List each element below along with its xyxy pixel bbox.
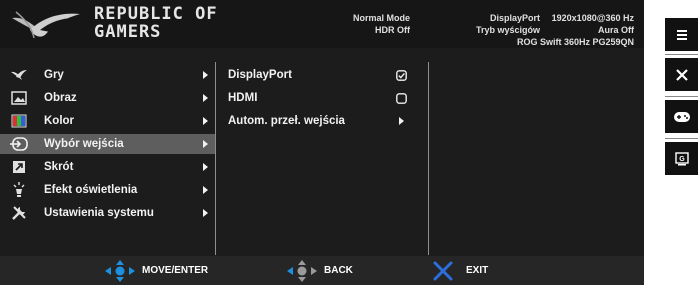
menu-item-label: Gry [44,69,64,81]
submenu: DisplayPort HDMI Autom. przeł. wejścia [216,62,429,255]
joystick-back-icon [287,259,317,282]
menu-item-gry[interactable]: Gry [0,65,215,85]
menu-item-ustawienia-systemu[interactable]: Ustawienia systemu [0,203,215,223]
aura-status: Aura Off [598,25,634,35]
gamepad-icon [673,111,690,122]
back-label: BACK [324,265,353,276]
menu-item-label: Ustawienia systemu [44,207,154,219]
chevron-right-icon [203,163,208,171]
exit-label: EXIT [466,265,489,276]
system-settings-icon [10,205,28,221]
hdr-status: HDR Off [375,25,410,35]
display-mode: Normal Mode [352,13,410,23]
move-enter-hint[interactable]: MOVE/ENTER [104,256,208,285]
close-icon [433,261,453,280]
close-key-hint[interactable] [665,58,698,91]
menu-item-label: Obraz [44,92,77,104]
gamepad-icon [10,67,28,83]
status-mode: Normal Mode HDR Off [330,12,410,36]
chevron-right-icon [203,71,208,79]
submenu-item-label: DisplayPort [228,69,292,81]
chevron-right-icon [203,140,208,148]
move-enter-label: MOVE/ENTER [142,265,209,276]
rog-logo: REPUBLIC OF GAMERS [10,6,250,46]
checkbox-unchecked-icon[interactable] [395,92,407,104]
checkbox-checked-icon[interactable] [395,69,407,81]
back-hint[interactable]: BACK [286,256,353,285]
main-menu: Gry Obraz Kolor Wybór wejścia Skrót Efek… [0,62,216,255]
menu-item-label: Skrót [44,161,74,173]
lighting-icon [10,182,28,198]
shortcut-icon [10,159,28,175]
header: REPUBLIC OF GAMERS Normal Mode HDR Off D… [0,0,644,48]
menu-item-wybor-wejscia[interactable]: Wybór wejścia [0,134,215,154]
joystick-move-icon [105,259,135,282]
brand-text: REPUBLIC OF GAMERS [94,4,218,42]
submenu-item-label: HDMI [228,92,258,104]
input-select-icon [10,136,28,152]
model-name: ROG Swift 360Hz PG259QN [516,37,634,47]
side-divider [665,96,698,97]
submenu-item-displayport[interactable]: DisplayPort [216,65,428,85]
osd-menu: REPUBLIC OF GAMERS Normal Mode HDR Off D… [0,0,644,285]
gamevisual-icon: G [674,151,689,165]
gameplus-key-hint[interactable] [665,100,698,133]
brand-line-1: REPUBLIC OF [94,4,218,24]
menu-item-kolor[interactable]: Kolor [0,111,215,131]
menu-item-label: Efekt oświetlenia [44,184,138,196]
submenu-item-auto-input[interactable]: Autom. przeł. wejścia [216,111,428,131]
menu-item-label: Kolor [44,115,75,127]
side-divider [665,138,698,139]
resolution: 1920x1080@360 Hz [551,13,634,23]
chevron-right-icon [203,209,208,217]
color-icon [10,113,28,129]
exit-hint[interactable]: EXIT [432,256,488,285]
status-resolution: 1920x1080@360 Hz Aura Off ROG Swift 360H… [500,12,634,48]
chevron-right-icon [203,117,208,125]
menu-item-label: Wybór wejścia [44,138,124,150]
chevron-right-icon [203,186,208,194]
close-icon [675,68,688,81]
menu-lines-icon [676,29,687,40]
brand-line-2: GAMERS [94,22,162,42]
svg-text:G: G [679,156,685,163]
gamevisual-key-hint[interactable]: G [665,142,698,175]
menu-item-efekt-oswietlenia[interactable]: Efekt oświetlenia [0,180,215,200]
menu-item-skrot[interactable]: Skrót [0,157,215,177]
chevron-right-icon [395,115,407,127]
detail-panel [429,62,644,255]
rog-eye-icon [12,11,80,39]
menu-item-obraz[interactable]: Obraz [0,88,215,108]
menu-key-hint[interactable] [665,18,698,51]
chevron-right-icon [203,94,208,102]
submenu-item-hdmi[interactable]: HDMI [216,88,428,108]
footer-bar: MOVE/ENTER BACK EXIT [0,256,644,285]
side-divider [665,54,698,55]
submenu-item-label: Autom. przeł. wejścia [228,115,345,127]
image-icon [10,90,28,106]
